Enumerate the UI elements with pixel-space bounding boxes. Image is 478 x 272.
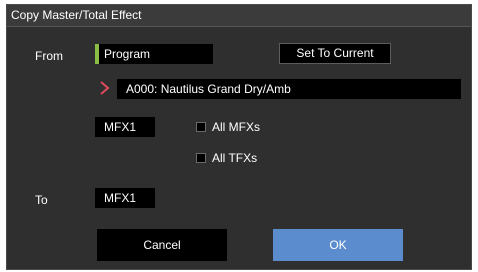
program-value: A000: Nautilus Grand Dry/Amb	[126, 82, 291, 96]
to-effect-select[interactable]: MFX1	[95, 188, 155, 208]
cancel-button[interactable]: Cancel	[97, 229, 227, 261]
all-tfxs-checkbox[interactable]	[196, 153, 206, 163]
source-type-select[interactable]: Program	[95, 44, 213, 64]
chevron-right-icon[interactable]	[99, 81, 111, 95]
from-effect-select[interactable]: MFX1	[95, 117, 155, 137]
all-tfxs-label: All TFXs	[212, 151, 258, 165]
set-to-current-button[interactable]: Set To Current	[279, 43, 391, 64]
to-effect-value: MFX1	[104, 191, 137, 205]
ok-button[interactable]: OK	[273, 229, 403, 261]
dialog-title: Copy Master/Total Effect	[11, 8, 142, 22]
program-marker	[95, 44, 99, 64]
all-mfxs-label: All MFXs	[212, 120, 260, 134]
source-type-value: Program	[104, 47, 151, 61]
from-effect-value: MFX1	[104, 120, 137, 134]
to-label: To	[35, 193, 48, 207]
copy-effect-dialog: Copy Master/Total Effect From Program Se…	[6, 4, 472, 270]
from-label: From	[35, 49, 63, 63]
all-mfxs-checkbox[interactable]	[196, 122, 206, 132]
dialog-titlebar: Copy Master/Total Effect	[7, 5, 471, 27]
program-select[interactable]: A000: Nautilus Grand Dry/Amb	[117, 79, 461, 99]
